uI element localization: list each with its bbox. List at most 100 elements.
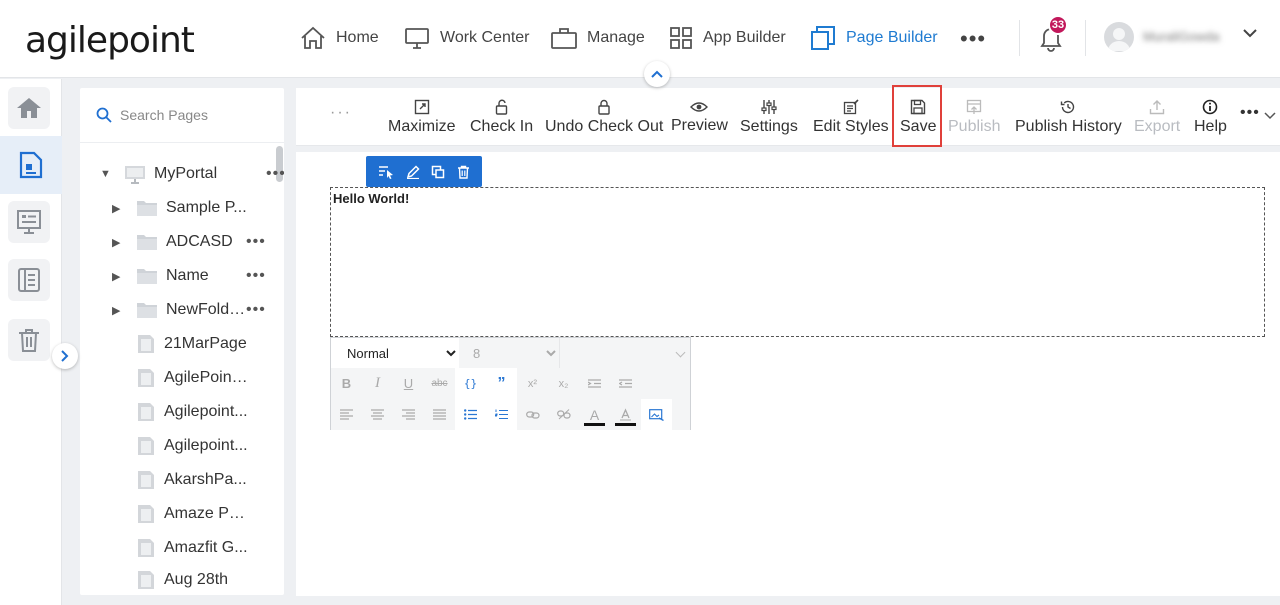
delete-trash-icon[interactable]: [457, 165, 470, 179]
undo-check-out-label: Undo Check Out: [545, 117, 664, 135]
background-color-icon[interactable]: [610, 399, 641, 430]
maximize-button[interactable]: Maximize: [388, 88, 456, 146]
nav-home[interactable]: Home: [300, 24, 379, 52]
preview-button[interactable]: Preview: [671, 88, 728, 146]
nav-work-center[interactable]: Work Center: [404, 24, 530, 52]
font-size-select[interactable]: 8: [459, 338, 559, 368]
indent-icon[interactable]: [579, 368, 610, 399]
align-justify-icon[interactable]: [424, 399, 455, 430]
toolbar-more-button[interactable]: •••: [1240, 104, 1260, 122]
tree-page[interactable]: Agilepoint...: [136, 431, 248, 461]
save-highlight-box: [892, 85, 942, 147]
nav-app-builder[interactable]: App Builder: [669, 24, 786, 52]
info-icon: [1202, 99, 1218, 115]
nav-manage[interactable]: Manage: [551, 24, 645, 52]
chevron-down-icon[interactable]: [1264, 112, 1276, 120]
superscript-icon[interactable]: x²: [517, 368, 548, 399]
user-avatar[interactable]: [1104, 22, 1134, 52]
user-name[interactable]: MuraliGowda: [1143, 29, 1235, 43]
tree-page[interactable]: AgilePoint...: [136, 363, 248, 393]
tree-folder[interactable]: ▶ NewFolder1 •••: [112, 295, 265, 325]
insert-image-icon[interactable]: [641, 399, 672, 430]
settings-button[interactable]: Settings: [740, 88, 798, 146]
subscript-icon[interactable]: x₂: [548, 368, 579, 399]
toolbar-overflow-left[interactable]: ···: [330, 104, 352, 122]
tree-folder[interactable]: ▶ ADCASD •••: [112, 227, 265, 257]
publish-button[interactable]: Publish: [948, 88, 1000, 146]
link-icon[interactable]: [517, 399, 548, 430]
tree-page[interactable]: Agilepoint...: [136, 397, 248, 427]
rail-templates-button[interactable]: [8, 201, 50, 243]
rail-trash-button[interactable]: [8, 319, 50, 361]
export-button[interactable]: Export: [1134, 88, 1180, 146]
bold-icon[interactable]: B: [331, 368, 362, 399]
caret-right-icon[interactable]: ▶: [112, 202, 136, 215]
edit-styles-label: Edit Styles: [813, 117, 889, 135]
caret-right-icon[interactable]: ▶: [112, 236, 136, 249]
home-icon: [16, 96, 42, 120]
numbered-list-icon[interactable]: [486, 399, 517, 430]
folder-icon: [136, 301, 158, 319]
rail-home-button[interactable]: [8, 87, 50, 129]
undo-check-out-button[interactable]: Undo Check Out: [545, 88, 663, 146]
sliders-icon: [761, 99, 777, 115]
collapse-header-button[interactable]: [644, 61, 670, 87]
blockquote-icon[interactable]: ”: [486, 368, 517, 399]
unlink-icon[interactable]: [548, 399, 579, 430]
format-select[interactable]: Normal: [331, 338, 459, 368]
nav-more-button[interactable]: •••: [960, 26, 986, 52]
tree-folder-label: ADCASD: [166, 233, 233, 250]
text-color-icon[interactable]: A: [579, 399, 610, 430]
check-in-button[interactable]: Check In: [470, 88, 533, 146]
outdent-icon[interactable]: [610, 368, 641, 399]
expand-rail-button[interactable]: [52, 343, 78, 369]
select-parent-icon[interactable]: [378, 165, 394, 179]
tree-folder[interactable]: ▶ Sample P...: [112, 193, 250, 223]
rail-pages-button[interactable]: [0, 136, 62, 194]
tree-page[interactable]: AkarshPa...: [136, 465, 248, 495]
bullet-list-icon[interactable]: [455, 399, 486, 430]
more-options-icon[interactable]: •••: [246, 233, 266, 251]
tree-page[interactable]: Amaze Park: [136, 499, 248, 529]
caret-right-icon[interactable]: ▶: [112, 270, 136, 283]
code-block-icon[interactable]: {}: [455, 368, 486, 399]
pages-tree-panel: ▼ MyPortal ••• ▶ Sample P... ▶ ADCASD ••…: [80, 88, 284, 595]
tree-root-myportal[interactable]: ▼ MyPortal •••: [100, 159, 284, 189]
tree-page[interactable]: Amazfit G...: [136, 533, 248, 563]
align-right-icon[interactable]: [393, 399, 424, 430]
caret-down-icon[interactable]: ▼: [100, 168, 124, 180]
align-center-icon[interactable]: [362, 399, 393, 430]
page-icon: [136, 402, 156, 422]
help-button[interactable]: Help: [1194, 88, 1227, 146]
edit-pencil-icon[interactable]: [406, 164, 420, 179]
align-left-icon[interactable]: [331, 399, 362, 430]
tree-page[interactable]: Aug 28th: [136, 565, 248, 595]
page-icon: [136, 538, 156, 558]
agilepoint-logo[interactable]: agilepoint: [25, 20, 195, 61]
page-icon: [136, 436, 156, 456]
font-family-select[interactable]: [559, 338, 690, 368]
more-options-icon[interactable]: •••: [246, 301, 266, 319]
more-options-icon[interactable]: •••: [266, 165, 284, 183]
search-pages-input[interactable]: [120, 107, 270, 123]
publish-history-button[interactable]: Publish History: [1015, 88, 1122, 146]
tree-folder-label: Sample P...: [166, 199, 247, 216]
tree-page[interactable]: 21MarPage: [136, 329, 248, 359]
caret-right-icon[interactable]: ▶: [112, 304, 136, 317]
italic-icon[interactable]: I: [362, 368, 393, 399]
strikethrough-icon[interactable]: abc: [424, 368, 455, 399]
maximize-icon: [414, 99, 430, 115]
nav-page-builder-label: Page Builder: [846, 29, 938, 46]
upload-icon: [1149, 99, 1165, 115]
tree-folder[interactable]: ▶ Name •••: [112, 261, 265, 291]
more-options-icon[interactable]: •••: [246, 267, 266, 285]
left-rail: [0, 79, 62, 605]
underline-icon[interactable]: U: [393, 368, 424, 399]
html-content-block[interactable]: Hello World!: [330, 187, 1265, 337]
rail-forms-button[interactable]: [8, 259, 50, 301]
edit-styles-button[interactable]: Edit Styles: [813, 88, 889, 146]
duplicate-icon[interactable]: [431, 165, 445, 179]
html-block-text[interactable]: Hello World!: [333, 191, 409, 206]
nav-page-builder[interactable]: Page Builder: [810, 24, 938, 52]
chevron-down-icon[interactable]: [1243, 28, 1257, 38]
